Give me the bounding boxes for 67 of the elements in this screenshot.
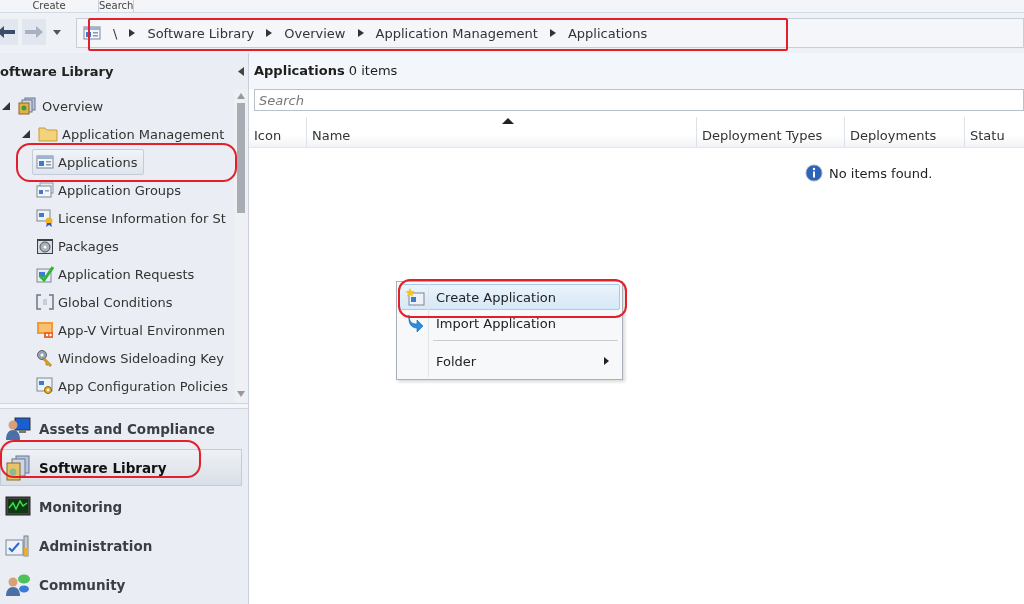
breadcrumb-item[interactable]: \ (113, 25, 118, 41)
collapse-pane-icon[interactable] (238, 66, 244, 76)
people-chat-icon (5, 572, 31, 597)
overview-icon (18, 97, 38, 115)
monitor-graph-icon (5, 495, 31, 518)
ribbon-group-label: Create (32, 0, 66, 12)
caret-right-icon (266, 29, 273, 37)
person-computer-icon (5, 416, 31, 441)
tree-item[interactable]: License Information for St (32, 205, 233, 231)
stacked-documents-icon (5, 454, 31, 481)
expanded-arrow-icon[interactable] (22, 130, 30, 138)
breadcrumb-bar[interactable]: \ Software Library Overview Application Management Applications (76, 18, 1024, 48)
key-icon (36, 349, 54, 367)
tree-item[interactable]: Windows Sideloading Key (32, 345, 231, 371)
window-icon (36, 154, 54, 170)
virtual-environment-icon (36, 321, 54, 339)
menu-item[interactable]: Create Application (399, 284, 620, 310)
workspace-button[interactable]: Software Library (0, 449, 242, 486)
certificate-icon (36, 209, 54, 227)
tree-item[interactable]: Application Management (34, 121, 232, 147)
tree-item[interactable]: Application Requests (32, 261, 202, 287)
workspace-button[interactable]: Administration (0, 527, 242, 564)
disc-box-icon (36, 237, 54, 255)
workspace-button[interactable]: Community (0, 566, 242, 603)
menu-item[interactable]: Folder (399, 345, 620, 377)
info-icon (805, 164, 823, 182)
workspace-button[interactable]: Assets and Compliance (0, 410, 242, 447)
workspace-button[interactable]: Monitoring (0, 488, 242, 525)
tree-item[interactable]: Packages (32, 233, 126, 259)
menu-item[interactable]: Import Application (399, 310, 620, 336)
caret-right-icon (129, 29, 136, 37)
column-header[interactable]: Deployments (845, 117, 965, 147)
breadcrumb-item[interactable]: Application Management (375, 25, 538, 41)
breadcrumb-item[interactable]: Overview (284, 25, 346, 41)
back-button[interactable] (0, 19, 18, 45)
checkmark-window-icon (36, 265, 54, 283)
caret-right-icon (357, 29, 364, 37)
caret-down-icon (53, 29, 61, 35)
brackets-icon (36, 294, 54, 310)
tree-item[interactable]: Application Groups (32, 177, 189, 203)
back-arrow-icon (0, 25, 16, 39)
ribbon-group-label: Search (99, 0, 134, 12)
breadcrumb-item[interactable]: Software Library (147, 25, 255, 41)
windows-icon (36, 182, 54, 198)
submenu-arrow-icon (604, 357, 609, 365)
column-header[interactable]: Name (307, 117, 697, 147)
folder-icon (38, 126, 58, 142)
tree-item[interactable]: App-V Virtual Environmen (32, 317, 232, 343)
pane-title: oftware Library (0, 63, 114, 79)
new-application-icon (405, 288, 425, 306)
vertical-scrollbar[interactable] (234, 89, 248, 403)
tree-item[interactable]: App Configuration Policies (32, 373, 234, 399)
scrollbar-thumb[interactable] (237, 103, 245, 213)
empty-message: No items found. (829, 165, 933, 181)
forward-arrow-icon (24, 25, 44, 39)
search-field[interactable]: Search (254, 89, 1024, 111)
expanded-arrow-icon[interactable] (2, 102, 10, 110)
tree-item[interactable]: Applications (32, 149, 145, 175)
caret-right-icon (549, 29, 556, 37)
checklist-wrench-icon (5, 533, 31, 558)
tree-item[interactable]: Global Conditions (32, 289, 180, 315)
column-header[interactable]: Deployment Types (697, 117, 845, 147)
column-header[interactable]: Icon (249, 117, 307, 147)
breadcrumb-item[interactable]: Applications (567, 25, 648, 41)
settings-window-icon (36, 377, 54, 395)
list-title: Applications 0 items (249, 53, 1024, 89)
tree-item[interactable]: Overview (14, 93, 111, 119)
